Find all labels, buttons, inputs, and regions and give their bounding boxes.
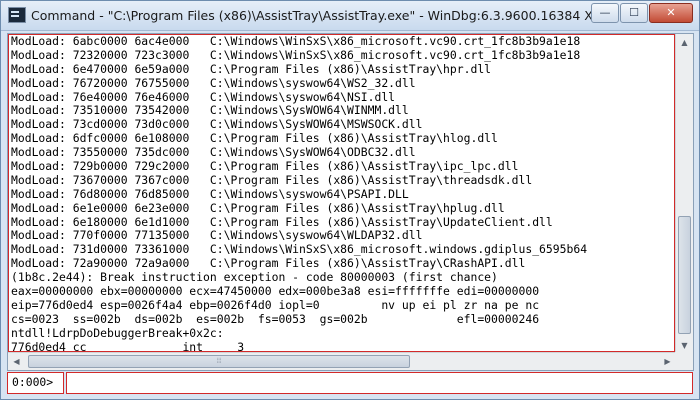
output-line: eax=00000000 ebx=00000000 ecx=47450000 e… <box>11 285 540 299</box>
output-line: ModLoad: 6e180000 6e1d1000 C:\Program Fi… <box>11 215 553 229</box>
command-output-pane: ModLoad: 6abc0000 6ac4e000 C:\Windows\Wi… <box>7 33 694 371</box>
scroll-right-arrow-icon[interactable]: ▶ <box>659 353 676 370</box>
minimize-button[interactable]: — <box>591 3 619 23</box>
vertical-scroll-thumb[interactable] <box>678 216 691 334</box>
horizontal-scrollbar[interactable]: ◀ ⦙⦙⦙ ▶ <box>8 352 676 370</box>
maximize-button[interactable]: ☐ <box>620 3 648 23</box>
scrollbar-corner <box>675 352 693 370</box>
command-input[interactable] <box>66 372 693 394</box>
close-button[interactable]: ✕ <box>649 3 693 23</box>
output-line: (1b8c.2e44): Break instruction exception… <box>11 271 498 285</box>
output-line: ModLoad: 73670000 7367c000 C:\Program Fi… <box>11 173 533 187</box>
output-line: ModLoad: 73550000 735dc000 C:\Windows\Sy… <box>11 146 416 160</box>
window-title: Command - "C:\Program Files (x86)\Assist… <box>31 8 591 23</box>
output-line: ModLoad: 731d0000 73361000 C:\Windows\Wi… <box>11 243 588 257</box>
output-line: ModLoad: 76720000 76755000 C:\Windows\sy… <box>11 76 416 90</box>
output-line: ntdll!LdrpDoDebuggerBreak+0x2c: <box>11 326 224 340</box>
scroll-up-arrow-icon[interactable]: ▲ <box>676 34 693 51</box>
output-line: ModLoad: 76e40000 76e46000 C:\Windows\sy… <box>11 90 396 104</box>
output-line: ModLoad: 73510000 73542000 C:\Windows\Sy… <box>11 104 409 118</box>
output-line: ModLoad: 6dfc0000 6e108000 C:\Program Fi… <box>11 132 498 146</box>
output-line: cs=0023 ss=002b ds=002b es=002b fs=0053 … <box>11 312 540 326</box>
output-line: eip=776d0ed4 esp=0026f4a4 ebp=0026f4d0 i… <box>11 298 540 312</box>
output-line: ModLoad: 72a90000 72a9a000 C:\Program Fi… <box>11 257 526 271</box>
output-line: ModLoad: 72320000 723c3000 C:\Windows\Wi… <box>11 48 581 62</box>
vertical-scrollbar[interactable]: ▲ ▼ <box>675 34 693 354</box>
output-line: ModLoad: 6abc0000 6ac4e000 C:\Windows\Wi… <box>11 35 581 48</box>
windbg-command-icon <box>8 7 26 23</box>
scroll-left-arrow-icon[interactable]: ◀ <box>8 353 25 370</box>
output-line: ModLoad: 76d80000 76d85000 C:\Windows\sy… <box>11 187 409 201</box>
output-line: ModLoad: 6e470000 6e59a000 C:\Program Fi… <box>11 62 492 76</box>
output-line: ModLoad: 729b0000 729c2000 C:\Program Fi… <box>11 160 519 174</box>
horizontal-scroll-thumb[interactable]: ⦙⦙⦙ <box>28 355 410 368</box>
debugger-output-log[interactable]: ModLoad: 6abc0000 6ac4e000 C:\Windows\Wi… <box>8 34 675 352</box>
output-line: 776d0ed4 cc int 3 <box>11 340 245 352</box>
command-bar: 0:000> <box>7 372 694 396</box>
title-bar[interactable]: Command - "C:\Program Files (x86)\Assist… <box>1 1 699 31</box>
windbg-command-window: Command - "C:\Program Files (x86)\Assist… <box>0 0 700 400</box>
output-line: ModLoad: 6e1e0000 6e23e000 C:\Program Fi… <box>11 201 505 215</box>
window-controls: — ☐ ✕ <box>590 3 693 23</box>
output-line: ModLoad: 770f0000 77135000 C:\Windows\sy… <box>11 229 423 243</box>
command-prompt: 0:000> <box>7 372 64 394</box>
output-line: ModLoad: 73cd0000 73d0c000 C:\Windows\Sy… <box>11 118 423 132</box>
